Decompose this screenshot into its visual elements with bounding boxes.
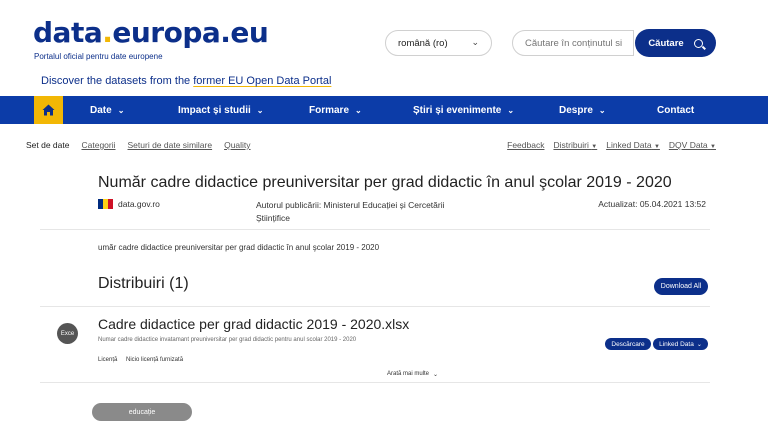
- romania-flag-icon: [98, 199, 113, 209]
- chevron-down-icon: ⌄: [598, 105, 606, 115]
- linked-data-button[interactable]: Linked Data ⌄: [653, 338, 708, 350]
- nav-item-training[interactable]: Formare ⌄: [309, 96, 362, 124]
- show-more-label: Arată mai multe: [387, 371, 430, 377]
- divider: [40, 382, 710, 383]
- chevron-down-icon: ⌄: [696, 341, 702, 348]
- linked-data-button-label: Linked Data: [659, 340, 694, 348]
- search-button-label: Căutare: [648, 37, 684, 49]
- tab-dataset[interactable]: Set de date: [26, 140, 69, 150]
- distribution-description: Numar cadre didactice invatamant preuniv…: [98, 337, 357, 343]
- linked-data-menu-label: Linked Data: [606, 140, 652, 150]
- former-portal-link[interactable]: former EU Open Data Portal: [193, 75, 331, 87]
- distributions-title: Distribuiri (1): [98, 275, 189, 292]
- search-icon: [693, 38, 703, 48]
- search-input[interactable]: [512, 30, 634, 56]
- show-more-button[interactable]: Arată mai multe ⌄: [387, 371, 438, 378]
- divider: [40, 306, 710, 307]
- distributions-menu-label: Distribuiri: [553, 140, 589, 150]
- search-button[interactable]: Căutare: [635, 29, 716, 57]
- nav-item-label: Formare: [309, 104, 350, 116]
- dqv-data-menu-label: DQV Data: [668, 140, 708, 150]
- divider: [40, 229, 710, 230]
- dataset-actions: Feedback Distribuiri ▼ Linked Data ▼ DQV…: [507, 140, 716, 150]
- discover-text: Discover the datasets from the: [41, 75, 194, 87]
- dataset-title: Număr cadre didactice preuniversitar per…: [98, 174, 672, 191]
- linked-data-menu[interactable]: Linked Data ▼: [606, 140, 660, 150]
- nav-item-date[interactable]: Date ⌄: [90, 96, 124, 124]
- dataset-updated: Actualizat: 05.04.2021 13:52: [598, 199, 706, 209]
- nav-item-label: Impact și studii: [178, 104, 251, 116]
- site-logo[interactable]: data.europa.eu: [33, 16, 269, 49]
- chevron-down-icon: ⌄: [507, 105, 515, 115]
- caret-down-icon: ▼: [653, 144, 660, 150]
- nav-item-label: Despre: [559, 104, 593, 116]
- home-icon: [42, 104, 55, 116]
- licence-value: Niciо licență furnizată: [126, 357, 184, 363]
- logo-text-main: data: [33, 16, 103, 49]
- chevron-down-icon: ⌄: [355, 105, 362, 115]
- nav-item-about[interactable]: Despre ⌄: [559, 96, 606, 124]
- caret-down-icon: ▼: [591, 144, 598, 150]
- nav-item-label: Date: [90, 104, 112, 116]
- site-tagline: Portalul oficial pentru date europene: [34, 52, 163, 61]
- logo-dot: .: [102, 16, 113, 49]
- licence-label: Licență: [98, 357, 118, 363]
- dataset-subnav: Set de date Categorii Seturi de date sim…: [26, 140, 251, 150]
- dataset-description: umăr cadre didactice preuniversitar per …: [98, 243, 380, 252]
- nav-item-label: Știri și evenimente: [413, 104, 502, 116]
- language-select[interactable]: română (ro) ⌄: [385, 30, 492, 56]
- main-navigation: Date ⌄ Impact și studii ⌄ Formare ⌄ Știri ș…: [0, 96, 768, 124]
- chevron-down-icon: ⌄: [117, 105, 125, 115]
- tab-categories[interactable]: Categorii: [81, 140, 115, 150]
- caret-down-icon: ▼: [710, 144, 716, 150]
- discover-banner: Discover the datasets from the former EU…: [41, 75, 331, 87]
- tab-similar-datasets[interactable]: Seturi de date similare: [128, 140, 213, 150]
- dqv-data-menu[interactable]: DQV Data ▼: [669, 140, 716, 150]
- distributions-menu[interactable]: Distribuiri ▼: [553, 140, 597, 150]
- chevron-down-icon: ⌄: [471, 37, 479, 47]
- chevron-down-icon: ⌄: [433, 372, 439, 378]
- home-button[interactable]: [34, 96, 63, 124]
- distribution-title: Cadre didactice per grad didactic 2019 -…: [98, 316, 410, 332]
- publisher-site[interactable]: data.gov.ro: [118, 199, 160, 209]
- feedback-link[interactable]: Feedback: [507, 140, 544, 150]
- format-badge: Exce: [57, 323, 78, 344]
- nav-item-news[interactable]: Știri și evenimente ⌄: [413, 96, 514, 124]
- keyword-tag[interactable]: educație: [92, 403, 192, 421]
- dataset-author: Autorul publicării: Ministerul Educației…: [256, 200, 445, 223]
- nav-item-impact[interactable]: Impact și studii ⌄: [178, 96, 264, 124]
- chevron-down-icon: ⌄: [256, 105, 264, 115]
- download-button[interactable]: Descărcare: [605, 338, 651, 350]
- flag-stripe: [108, 199, 113, 209]
- language-value: română (ro): [398, 37, 448, 49]
- nav-item-label: Contact: [657, 104, 695, 116]
- download-all-button[interactable]: Download All: [654, 278, 708, 295]
- logo-text-rest: europa.eu: [112, 16, 269, 49]
- nav-item-contact[interactable]: Contact: [657, 96, 694, 124]
- tab-quality[interactable]: Quality: [224, 140, 250, 150]
